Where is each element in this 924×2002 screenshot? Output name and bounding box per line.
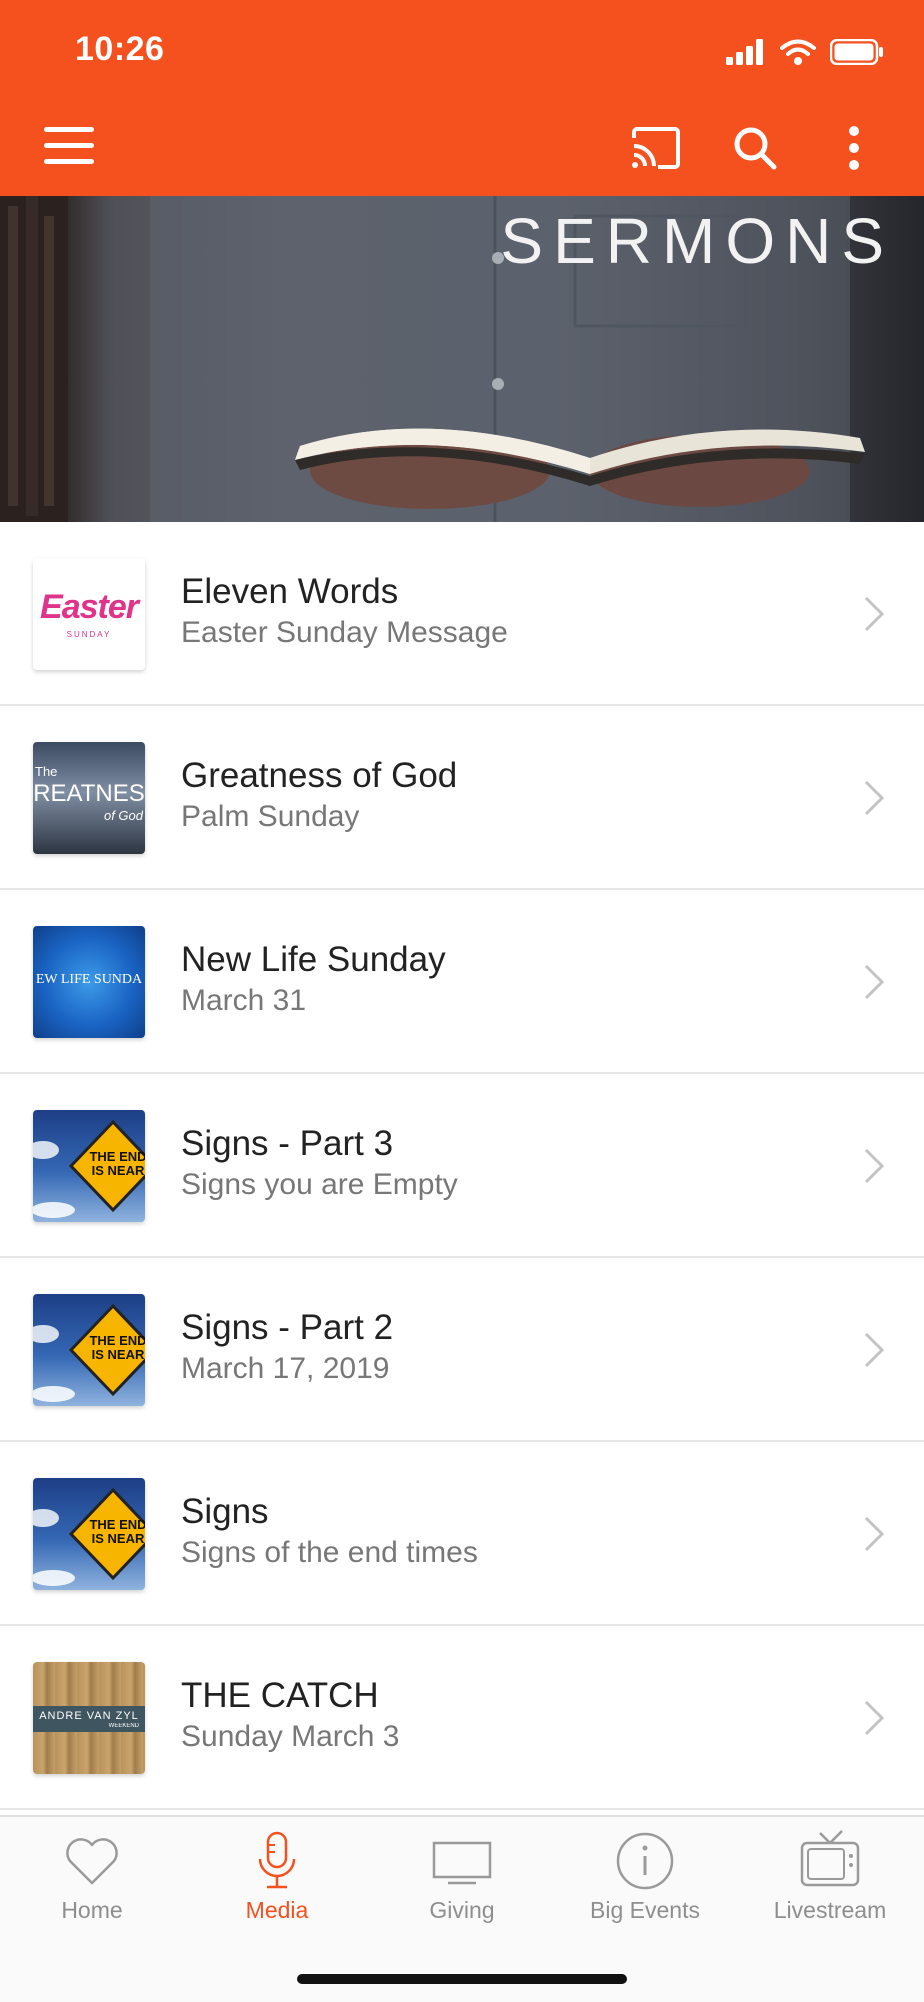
search-icon[interactable]	[727, 120, 783, 176]
more-vertical-icon[interactable]	[826, 120, 882, 176]
thumbnail-pretitle: The	[35, 764, 58, 779]
thumbnail-title: EW LIFE SUNDA	[35, 972, 143, 987]
status-time: 10:26	[75, 30, 165, 68]
sermon-row[interactable]: EW LIFE SUNDA New Life Sunday March 31	[0, 890, 924, 1074]
wifi-icon	[780, 39, 816, 65]
chevron-right-icon	[864, 964, 885, 1000]
sermon-title: THE CATCH	[181, 1676, 379, 1715]
sermon-subtitle: March 31	[181, 984, 307, 1017]
home-indicator	[297, 1974, 627, 1984]
sermon-subtitle: Signs you are Empty	[181, 1168, 458, 1201]
sermon-subtitle: March 17, 2019	[181, 1352, 390, 1385]
tab-media[interactable]: Media	[185, 1817, 369, 1957]
hamburger-menu-icon[interactable]	[44, 127, 94, 165]
sermon-thumbnail: The REATNES of God	[33, 742, 145, 854]
thumbnail-subtitle: SUNDAY	[66, 630, 112, 639]
hero-title: SERMONS	[500, 205, 894, 277]
sermon-thumbnail: THE END IS NEAR	[33, 1110, 145, 1222]
thumbnail-title: REATNES	[33, 780, 145, 807]
sermon-row[interactable]: The REATNES of God Greatness of God Palm…	[0, 706, 924, 890]
chevron-right-icon	[864, 1516, 885, 1552]
sermon-list: Easter SUNDAY Eleven Words Easter Sunday…	[0, 522, 924, 1810]
sermon-title: Signs	[181, 1492, 269, 1531]
chevron-right-icon	[864, 596, 885, 632]
monitor-icon	[432, 1841, 492, 1885]
tab-label: Giving	[429, 1897, 495, 1923]
sermon-subtitle: Palm Sunday	[181, 800, 360, 833]
microphone-icon	[258, 1831, 296, 1889]
heart-icon	[66, 1838, 118, 1885]
chevron-right-icon	[864, 1700, 885, 1736]
tab-giving[interactable]: Giving	[370, 1817, 554, 1957]
sermon-row[interactable]: THE END IS NEAR Signs - Part 2 March 17,…	[0, 1258, 924, 1442]
sermon-thumbnail: EW LIFE SUNDA	[33, 926, 145, 1038]
chevron-right-icon	[864, 1148, 885, 1184]
app-bar: 10:26	[0, 0, 924, 196]
cellular-signal-icon	[726, 39, 763, 65]
sermon-title: Eleven Words	[181, 572, 399, 611]
sermon-subtitle: Sunday March 3	[181, 1720, 400, 1753]
tab-label: Home	[61, 1897, 123, 1923]
sermon-row[interactable]: THE END IS NEAR Signs - Part 3 Signs you…	[0, 1074, 924, 1258]
sermons-hero-banner: SERMONS	[0, 196, 924, 522]
sermon-title: Signs - Part 3	[181, 1124, 394, 1163]
status-icons	[726, 36, 884, 68]
sermon-row[interactable]: Easter SUNDAY Eleven Words Easter Sunday…	[0, 522, 924, 706]
sermon-title: Greatness of God	[181, 756, 458, 795]
tab-big-events[interactable]: Big Events	[553, 1817, 737, 1957]
chevron-right-icon	[864, 1332, 885, 1368]
sermon-title: Signs - Part 2	[181, 1308, 394, 1347]
thumbnail-title: THE END IS NEAR	[89, 1334, 145, 1362]
tab-label: Livestream	[773, 1897, 887, 1923]
sermon-thumbnail: Easter SUNDAY	[33, 558, 145, 670]
cast-icon[interactable]	[628, 120, 684, 176]
thumbnail-title: THE END IS NEAR	[89, 1150, 145, 1178]
thumbnail-subtitle: of God	[103, 808, 143, 823]
sermon-thumbnail: THE END IS NEAR	[33, 1478, 145, 1590]
tab-home[interactable]: Home	[0, 1817, 184, 1957]
chevron-right-icon	[864, 780, 885, 816]
sermon-row[interactable]: ANDRE VAN ZYL WEEKEND THE CATCH Sunday M…	[0, 1626, 924, 1810]
tab-livestream[interactable]: Livestream	[738, 1817, 922, 1957]
info-icon	[616, 1832, 674, 1890]
sermon-thumbnail: ANDRE VAN ZYL WEEKEND	[33, 1662, 145, 1774]
thumbnail-title: Easter	[40, 588, 139, 626]
tab-label: Media	[245, 1897, 309, 1923]
sermon-row[interactable]: THE END IS NEAR Signs Signs of the end t…	[0, 1442, 924, 1626]
sermon-thumbnail: THE END IS NEAR	[33, 1294, 145, 1406]
sermon-subtitle: Signs of the end times	[181, 1536, 478, 1569]
tv-icon	[800, 1830, 860, 1887]
thumbnail-title: ANDRE VAN ZYL	[39, 1710, 139, 1722]
thumbnail-subtitle: WEEKEND	[108, 1723, 139, 1729]
sermon-title: New Life Sunday	[181, 940, 446, 979]
battery-icon	[830, 39, 883, 65]
thumbnail-title: THE END IS NEAR	[89, 1518, 145, 1546]
sermon-subtitle: Easter Sunday Message	[181, 616, 508, 649]
tab-label: Big Events	[590, 1897, 700, 1923]
